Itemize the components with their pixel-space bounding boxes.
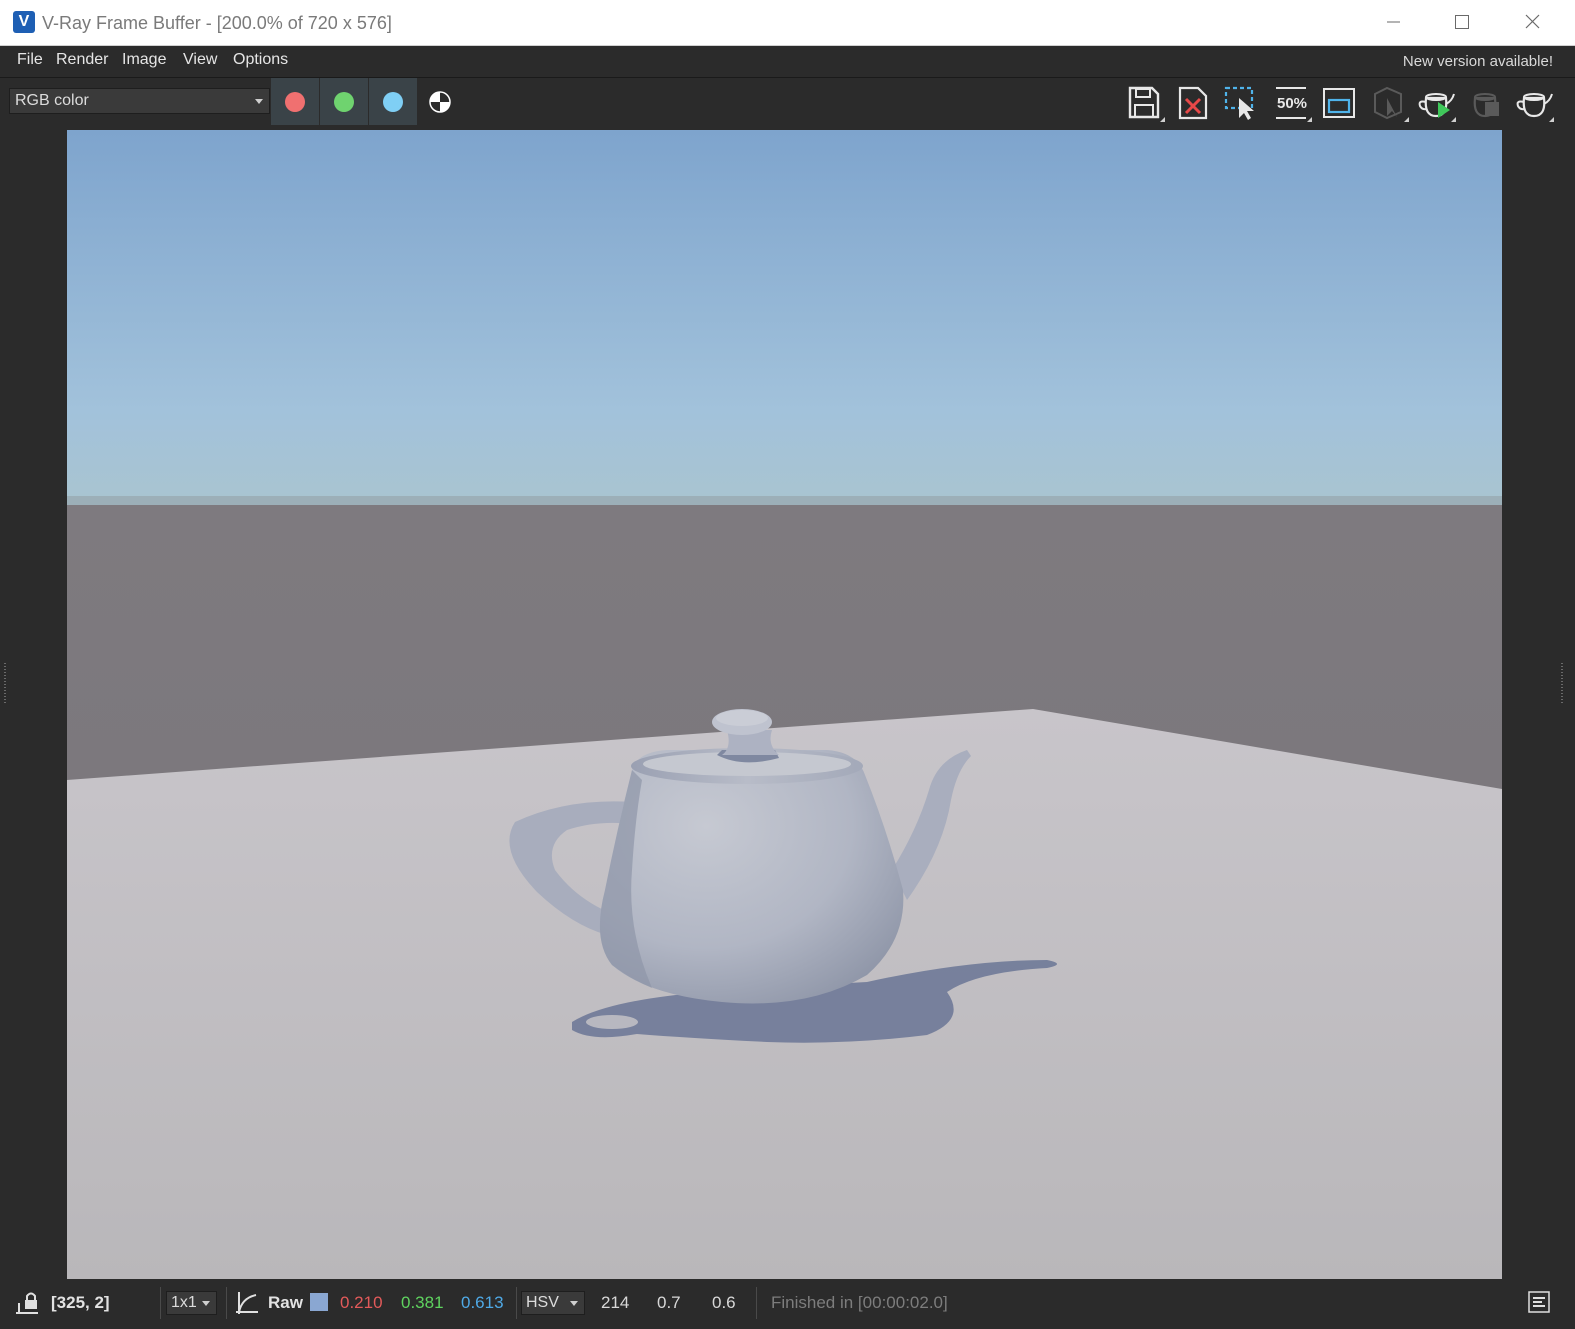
log-panel-icon[interactable] (1528, 1291, 1550, 1313)
blue-value: 0.613 (461, 1293, 504, 1312)
panel-resize-grip-icon[interactable] (1560, 663, 1564, 703)
status-bar: [325, 2] 1x1 Raw 0.210 0.381 0.613 HSV 2… (0, 1279, 1575, 1329)
menu-options[interactable]: Options (233, 51, 288, 69)
menu-file[interactable]: File (17, 51, 43, 69)
color-model-select[interactable]: HSV (521, 1291, 585, 1315)
menu-bar: File Render Image View Options New versi… (0, 46, 1575, 78)
toolbar: RGB color 50% (0, 78, 1575, 130)
lock-cursor-icon[interactable] (16, 1289, 40, 1315)
render-status: Finished in [00:00:02.0] (771, 1293, 948, 1312)
render-region-button[interactable] (1369, 84, 1409, 122)
red-channel-button[interactable] (271, 78, 319, 125)
channel-select-value: RGB color (15, 92, 89, 109)
zoom-50-button[interactable]: 50% (1272, 84, 1312, 122)
frame-region-button[interactable] (1320, 84, 1360, 122)
curve-icon[interactable] (234, 1290, 260, 1316)
new-version-link[interactable]: New version available! (1403, 53, 1553, 70)
region-select-button[interactable] (1222, 84, 1262, 122)
hue-value: 214 (601, 1293, 630, 1312)
minimize-icon (1387, 21, 1400, 23)
blue-channel-button[interactable] (369, 78, 417, 125)
dropdown-corner-icon (1451, 117, 1456, 122)
region-select-icon (1224, 86, 1254, 120)
menu-view[interactable]: View (183, 51, 217, 69)
red-value: 0.210 (340, 1293, 383, 1312)
alpha-channel-button[interactable] (428, 90, 452, 114)
frame-region-icon (1323, 88, 1355, 118)
chevron-down-icon (570, 1301, 578, 1306)
maximize-button[interactable] (1436, 0, 1506, 46)
close-button[interactable] (1506, 0, 1575, 46)
chevron-down-icon (255, 99, 263, 104)
color-model-value: HSV (526, 1294, 559, 1311)
dropdown-corner-icon (1404, 117, 1409, 122)
sample-size-value: 1x1 (171, 1294, 197, 1311)
divider (226, 1287, 227, 1319)
minimize-button[interactable] (1366, 0, 1436, 46)
dropdown-corner-icon (1549, 117, 1554, 122)
menu-image[interactable]: Image (122, 51, 166, 69)
left-side-panel (0, 130, 67, 1279)
pixel-color-swatch (310, 1293, 328, 1311)
color-mode-label[interactable]: Raw (268, 1293, 303, 1313)
green-value: 0.381 (401, 1293, 444, 1312)
alpha-icon (429, 91, 451, 113)
maximize-icon (1455, 15, 1469, 29)
dropdown-corner-icon (1307, 117, 1312, 122)
dropdown-corner-icon (1160, 117, 1165, 122)
blue-dot-icon (383, 92, 403, 112)
svg-text:50%: 50% (1277, 95, 1307, 112)
divider (160, 1287, 161, 1319)
teapot-render-icon (1516, 93, 1553, 118)
green-dot-icon (334, 92, 354, 112)
panel-resize-grip-icon[interactable] (3, 663, 7, 703)
value-value: 0.6 (712, 1293, 736, 1312)
teapot-stop-icon (1473, 93, 1499, 118)
channel-select[interactable]: RGB color (9, 88, 270, 114)
render-region-icon (1374, 86, 1402, 120)
clear-image-icon (1178, 86, 1208, 120)
menu-render[interactable]: Render (56, 51, 108, 69)
window-title: V-Ray Frame Buffer - [200.0% of 720 x 57… (42, 13, 392, 33)
divider (516, 1287, 517, 1319)
right-side-panel (1502, 130, 1575, 1279)
pixel-coordinates: [325, 2] (51, 1293, 110, 1312)
chevron-down-icon (202, 1301, 210, 1306)
rendered-image (67, 130, 1502, 1279)
close-icon (1525, 14, 1540, 29)
start-interactive-render-button[interactable] (1416, 84, 1456, 122)
sample-size-select[interactable]: 1x1 (166, 1291, 217, 1315)
stop-render-button[interactable] (1465, 84, 1505, 122)
saturation-value: 0.7 (657, 1293, 681, 1312)
render-button[interactable] (1514, 84, 1554, 122)
title-bar: V V-Ray Frame Buffer - [200.0% of 720 x … (0, 0, 1575, 46)
render-viewport[interactable] (67, 130, 1502, 1279)
green-channel-button[interactable] (320, 78, 368, 125)
zoom-50-icon: 50% (1276, 87, 1307, 119)
save-image-button[interactable] (1125, 84, 1165, 122)
divider (756, 1287, 757, 1319)
vray-logo-icon: V (13, 11, 35, 33)
save-icon (1128, 86, 1160, 119)
red-dot-icon (285, 92, 305, 112)
teapot-play-icon (1418, 93, 1455, 118)
clear-image-button[interactable] (1174, 84, 1214, 122)
